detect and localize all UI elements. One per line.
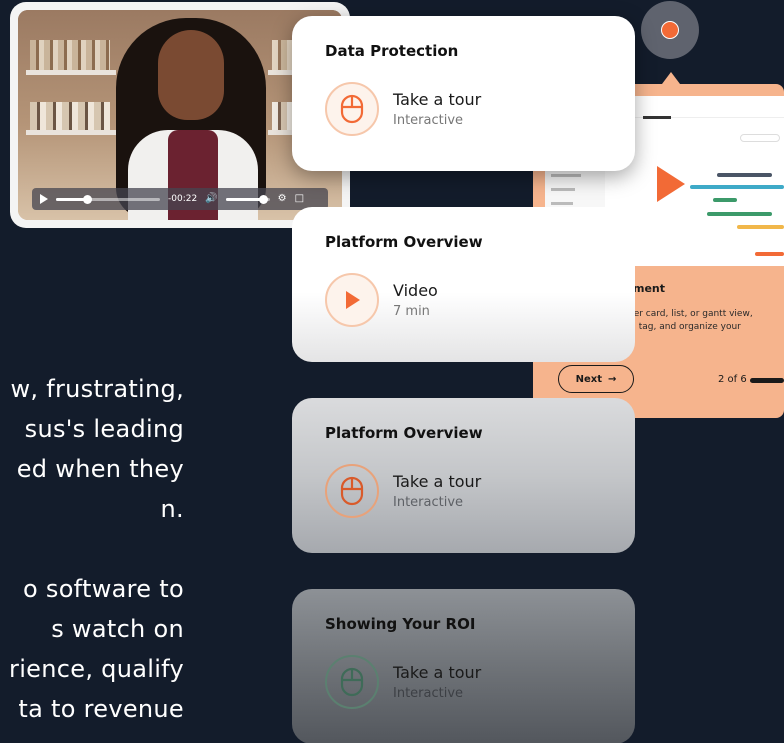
volume-slider[interactable] <box>225 194 270 204</box>
mouse-icon <box>325 655 379 709</box>
time-remaining: -00:22 <box>168 194 198 204</box>
body-paragraph: o software to s watch on rience, qualify… <box>0 569 184 729</box>
settings-icon[interactable]: ⚙ <box>278 194 287 204</box>
step-progress-bar <box>750 378 784 383</box>
volume-icon[interactable]: 🔊 <box>205 194 217 204</box>
card-action-duration: 7 min <box>393 304 430 319</box>
card-action-label: Video <box>393 281 438 300</box>
play-icon <box>325 273 379 327</box>
next-label: Next <box>575 373 602 385</box>
card-action-type: Interactive <box>393 495 464 510</box>
volume-slider-fill <box>225 197 264 201</box>
text-line: ed when they <box>16 455 184 483</box>
tooltip-notch <box>662 72 680 84</box>
next-button[interactable]: Next → <box>558 365 634 393</box>
intro-paragraph: w, frustrating, sus's leading ed when th… <box>0 369 184 529</box>
text-line: s watch on <box>51 615 184 643</box>
card-title: Data Protection <box>325 42 459 60</box>
text-line: w, frustrating, <box>10 375 184 403</box>
tour-card-platform-overview-tour[interactable]: Platform Overview Take a tour Interactiv… <box>292 398 635 553</box>
description-line: efer card, list, or gantt view, <box>625 309 753 319</box>
seek-bar-knob[interactable] <box>83 194 93 204</box>
tour-card-platform-overview-video[interactable]: Platform Overview Video 7 min <box>292 207 635 362</box>
tour-card-showing-roi[interactable]: Showing Your ROI Take a tour Interactive <box>292 589 635 743</box>
text-line: n. <box>160 495 184 523</box>
card-title: Platform Overview <box>325 233 483 251</box>
play-icon[interactable] <box>657 166 685 202</box>
app-preview-heading: ment <box>633 282 666 295</box>
app-preview-description: efer card, list, or gantt view, el, tag,… <box>625 308 753 334</box>
video-controls: -00:22 🔊 ⚙ □ <box>32 188 328 210</box>
volume-slider-knob[interactable] <box>259 194 269 204</box>
mouse-icon <box>325 82 379 136</box>
card-title: Showing Your ROI <box>325 615 476 633</box>
fullscreen-icon[interactable]: □ <box>295 194 304 204</box>
mouse-icon <box>325 464 379 518</box>
text-line: sus's leading <box>24 415 184 443</box>
card-action-type: Interactive <box>393 113 464 128</box>
card-title: Platform Overview <box>325 424 483 442</box>
arrow-right-icon: → <box>608 373 617 385</box>
text-line: ta to revenue <box>18 695 184 723</box>
text-line: o software to <box>22 575 184 603</box>
description-line: el, tag, and organize your <box>625 322 741 332</box>
card-action-label: Take a tour <box>393 472 482 491</box>
card-action-type: Interactive <box>393 686 464 701</box>
hotspot-dot-icon <box>661 21 679 39</box>
tour-card-data-protection[interactable]: Data Protection Take a tour Interactive <box>292 16 635 171</box>
card-action-label: Take a tour <box>393 663 482 682</box>
card-action-label: Take a tour <box>393 90 482 109</box>
step-counter: 2 of 6 <box>718 374 747 385</box>
seek-bar[interactable] <box>56 194 160 204</box>
play-icon[interactable] <box>40 194 48 204</box>
hotspot-beacon[interactable] <box>641 1 699 59</box>
presenter-face <box>158 30 224 120</box>
text-line: rience, qualify <box>9 655 184 683</box>
